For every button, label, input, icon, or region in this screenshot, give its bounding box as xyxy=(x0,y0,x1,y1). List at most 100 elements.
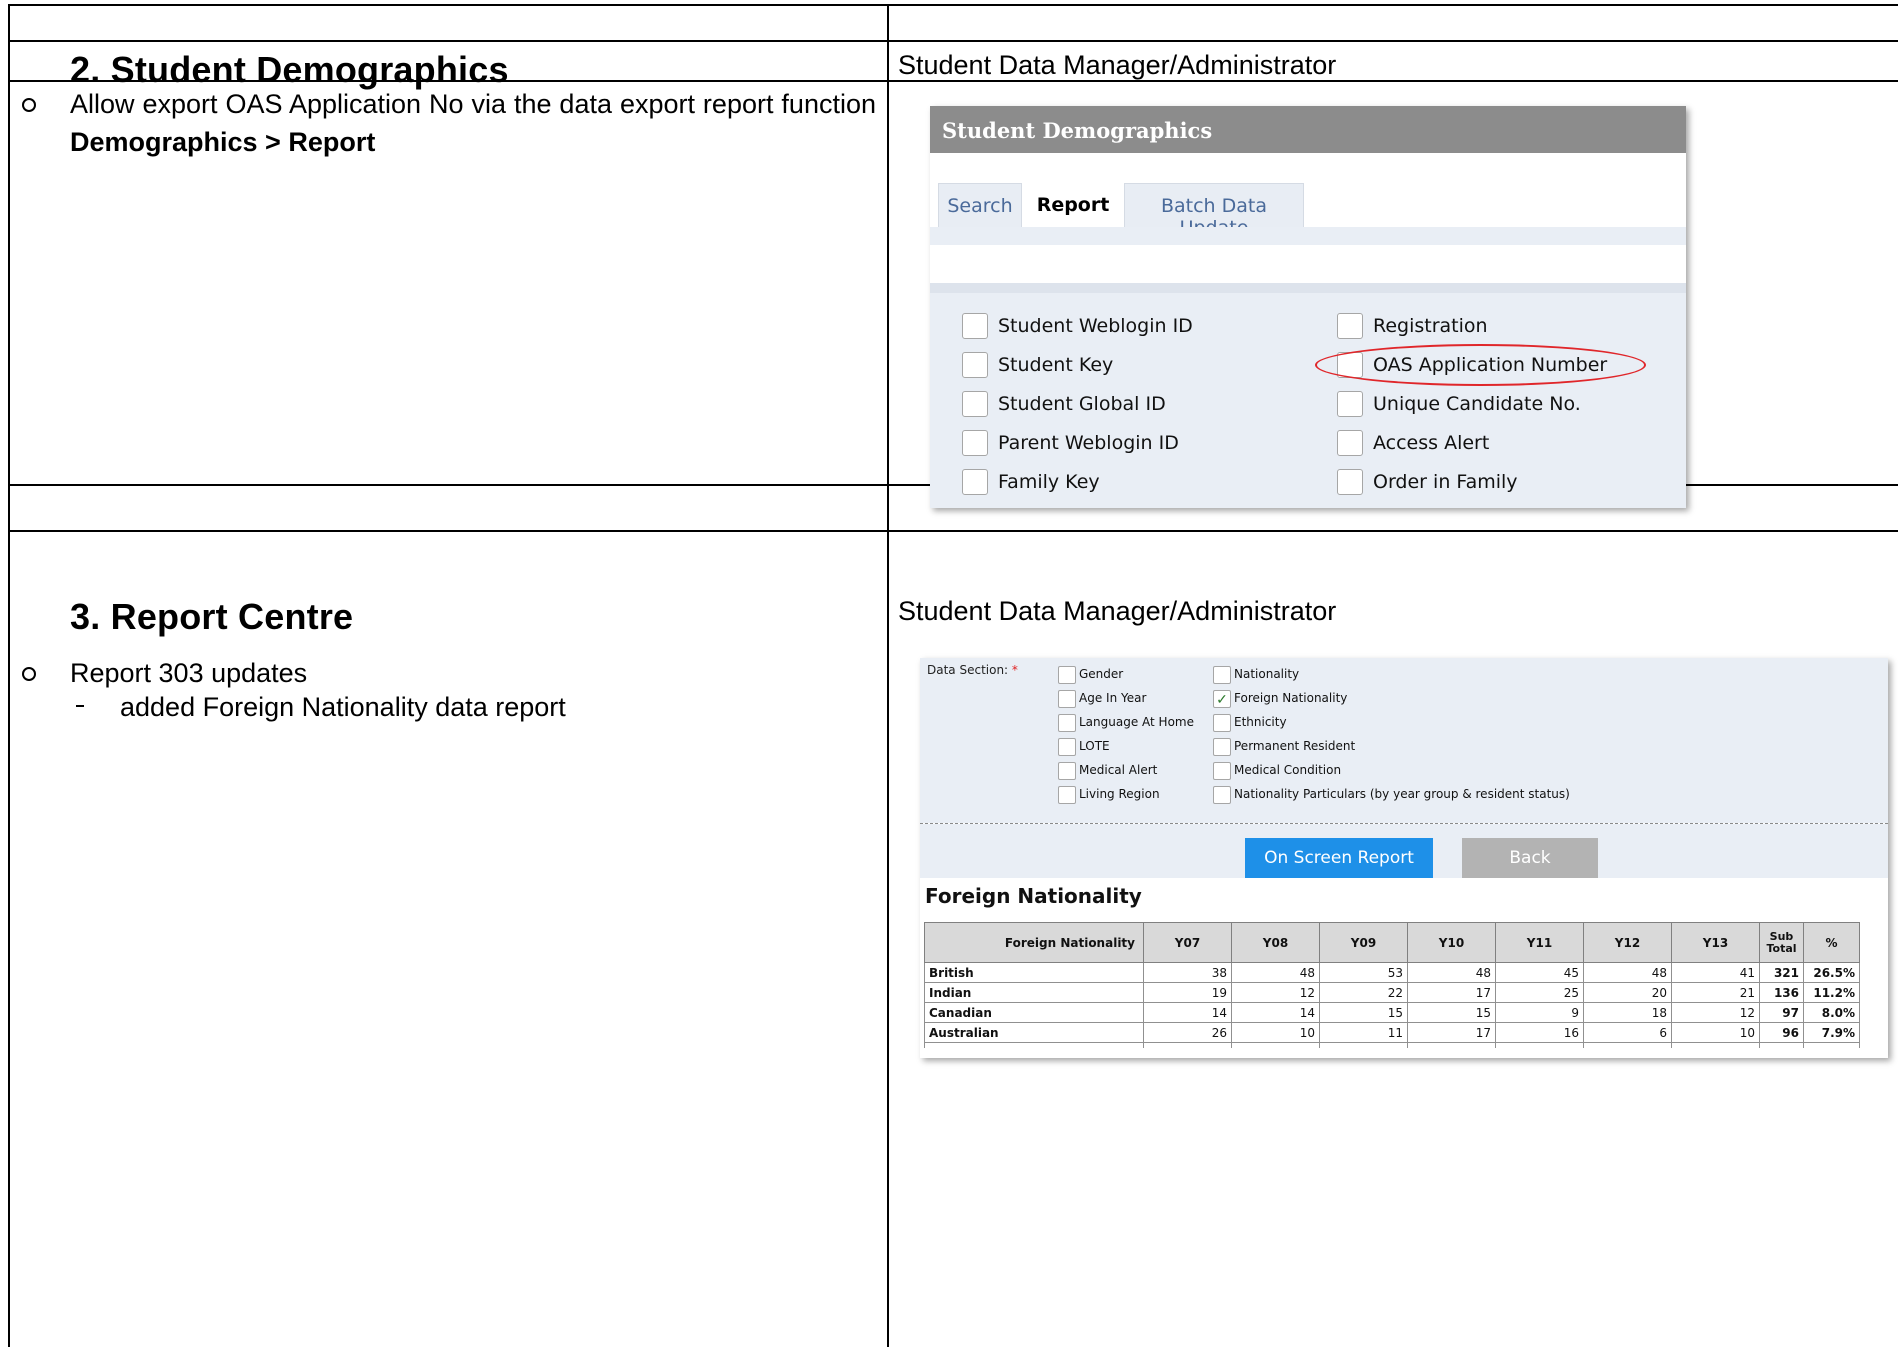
field-label: Student Key xyxy=(998,354,1114,376)
field-label: Family Key xyxy=(998,471,1100,493)
option-label: Medical Alert xyxy=(1079,763,1158,777)
dash-icon xyxy=(76,705,84,707)
checkbox-student-weblogin-id[interactable] xyxy=(962,313,988,339)
column-header: Y08 xyxy=(1231,922,1320,963)
table-cell: 11.2% xyxy=(1803,982,1860,1003)
table-cell: 97 xyxy=(1759,1002,1804,1023)
bullet-icon xyxy=(22,98,36,112)
table-row: Australian 26 10 11 17 16 6 10 96 7.9% xyxy=(924,1022,1860,1043)
checkbox-nationality-particulars[interactable] xyxy=(1213,786,1231,804)
tab-search[interactable]: Search xyxy=(938,183,1022,227)
report-title: Foreign Nationality xyxy=(925,884,1142,908)
table-cell: 26 xyxy=(1143,1022,1232,1043)
table-cell: 19 xyxy=(1143,982,1232,1003)
checkbox-foreign-nationality[interactable]: ✓ xyxy=(1213,690,1231,708)
checkbox-parent-weblogin-id[interactable] xyxy=(962,430,988,456)
tab-batch-data-update[interactable]: Batch Data Update xyxy=(1124,183,1304,239)
data-section-label: Data Section: * xyxy=(927,663,1018,677)
highlight-ellipse xyxy=(1315,344,1646,386)
checkbox-ethnicity[interactable] xyxy=(1213,714,1231,732)
table-row: Indian 19 12 22 17 25 20 21 136 11.2% xyxy=(924,982,1860,1003)
table-cell: 41 xyxy=(1671,962,1760,983)
checkbox-family-key[interactable] xyxy=(962,469,988,495)
checkbox-student-key[interactable] xyxy=(962,352,988,378)
checkbox-medical-condition[interactable] xyxy=(1213,762,1231,780)
description-subline: added Foreign Nationality data report xyxy=(120,692,566,722)
table-cell: 11 xyxy=(1319,1022,1408,1043)
table-cell: 20 xyxy=(1583,982,1672,1003)
role-text: Student Data Manager/Administrator xyxy=(898,50,1337,80)
table-cell: 9 xyxy=(1495,1002,1584,1023)
field-label: Student Global ID xyxy=(998,393,1166,415)
table-row: British 38 48 53 48 45 48 41 321 26.5% xyxy=(924,962,1860,983)
header-text: Total xyxy=(1766,941,1797,955)
field-label: Parent Weblogin ID xyxy=(998,432,1179,454)
table-cell: 21 xyxy=(1671,982,1760,1003)
back-button[interactable]: Back xyxy=(1462,838,1598,878)
column-header: % xyxy=(1803,922,1860,963)
table-cell: 38 xyxy=(1143,962,1232,983)
column-header-subtotal: Sub Total xyxy=(1759,922,1804,963)
table-cell: 321 xyxy=(1759,962,1804,983)
option-label: LOTE xyxy=(1079,739,1110,753)
checkbox-medical-alert[interactable] xyxy=(1058,762,1076,780)
option-label: Ethnicity xyxy=(1234,715,1287,729)
table-cell: Australian xyxy=(924,1022,1144,1043)
field-label: Registration xyxy=(1373,315,1488,337)
description-line: Report 303 updates xyxy=(70,658,308,688)
row-divider xyxy=(8,40,1898,42)
checkbox-gender[interactable] xyxy=(1058,666,1076,684)
checkbox-lote[interactable] xyxy=(1058,738,1076,756)
toolbar-blank xyxy=(930,245,1686,283)
checkbox-nationality[interactable] xyxy=(1213,666,1231,684)
table-cell: 14 xyxy=(1231,1002,1320,1023)
data-section-text: Data Section: xyxy=(927,663,1009,677)
table-cell: 15 xyxy=(1407,1002,1496,1023)
demographics-screenshot: Student Demographics Search Report Batch… xyxy=(930,106,1686,508)
checkmark-icon: ✓ xyxy=(1216,691,1228,707)
checkbox-language-at-home[interactable] xyxy=(1058,714,1076,732)
checkbox-unique-candidate-no[interactable] xyxy=(1337,391,1363,417)
panel-title: Student Demographics xyxy=(930,106,1686,153)
column-header: Y11 xyxy=(1495,922,1584,963)
checkbox-age-in-year[interactable] xyxy=(1058,690,1076,708)
column-header: Y12 xyxy=(1583,922,1672,963)
bullet-icon xyxy=(22,667,36,681)
column-header: Y10 xyxy=(1407,922,1496,963)
column-header: Y13 xyxy=(1671,922,1760,963)
table-border-left xyxy=(8,4,10,1347)
table-cell: 10 xyxy=(1231,1022,1320,1043)
on-screen-report-button[interactable]: On Screen Report xyxy=(1245,838,1433,878)
section-title: 3. Report Centre xyxy=(70,596,354,637)
option-label: Nationality Particulars (by year group &… xyxy=(1234,787,1570,801)
menu-path: Demographics > Report xyxy=(70,127,376,157)
table-cell: 22 xyxy=(1319,982,1408,1003)
table-row-clipped xyxy=(924,1042,1860,1048)
table-cell: 48 xyxy=(1583,962,1672,983)
column-header: Y09 xyxy=(1319,922,1408,963)
table-cell: 17 xyxy=(1407,1022,1496,1043)
description-text: Allow export OAS Application No via the … xyxy=(70,89,876,119)
column-divider xyxy=(887,4,889,1347)
checkbox-order-in-family[interactable] xyxy=(1337,469,1363,495)
checkbox-registration[interactable] xyxy=(1337,313,1363,339)
table-cell: British xyxy=(924,962,1144,983)
table-cell: 53 xyxy=(1319,962,1408,983)
table-cell: 96 xyxy=(1759,1022,1804,1043)
section-description: Allow export OAS Application No via the … xyxy=(70,85,876,161)
checkbox-student-global-id[interactable] xyxy=(962,391,988,417)
option-label: Age In Year xyxy=(1079,691,1147,705)
field-label: Access Alert xyxy=(1373,432,1490,454)
table-cell: Canadian xyxy=(924,1002,1144,1023)
table-border-top xyxy=(8,4,1898,6)
table-header-row: Foreign Nationality Y07 Y08 Y09 Y10 Y11 … xyxy=(924,922,1860,963)
table-cell: Indian xyxy=(924,982,1144,1003)
checkbox-living-region[interactable] xyxy=(1058,786,1076,804)
checkbox-access-alert[interactable] xyxy=(1337,430,1363,456)
table-cell: 48 xyxy=(1407,962,1496,983)
table-cell: 16 xyxy=(1495,1022,1584,1043)
tab-report[interactable]: Report xyxy=(1027,183,1119,227)
table-cell: 136 xyxy=(1759,982,1804,1003)
checkbox-permanent-resident[interactable] xyxy=(1213,738,1231,756)
table-cell: 12 xyxy=(1671,1002,1760,1023)
